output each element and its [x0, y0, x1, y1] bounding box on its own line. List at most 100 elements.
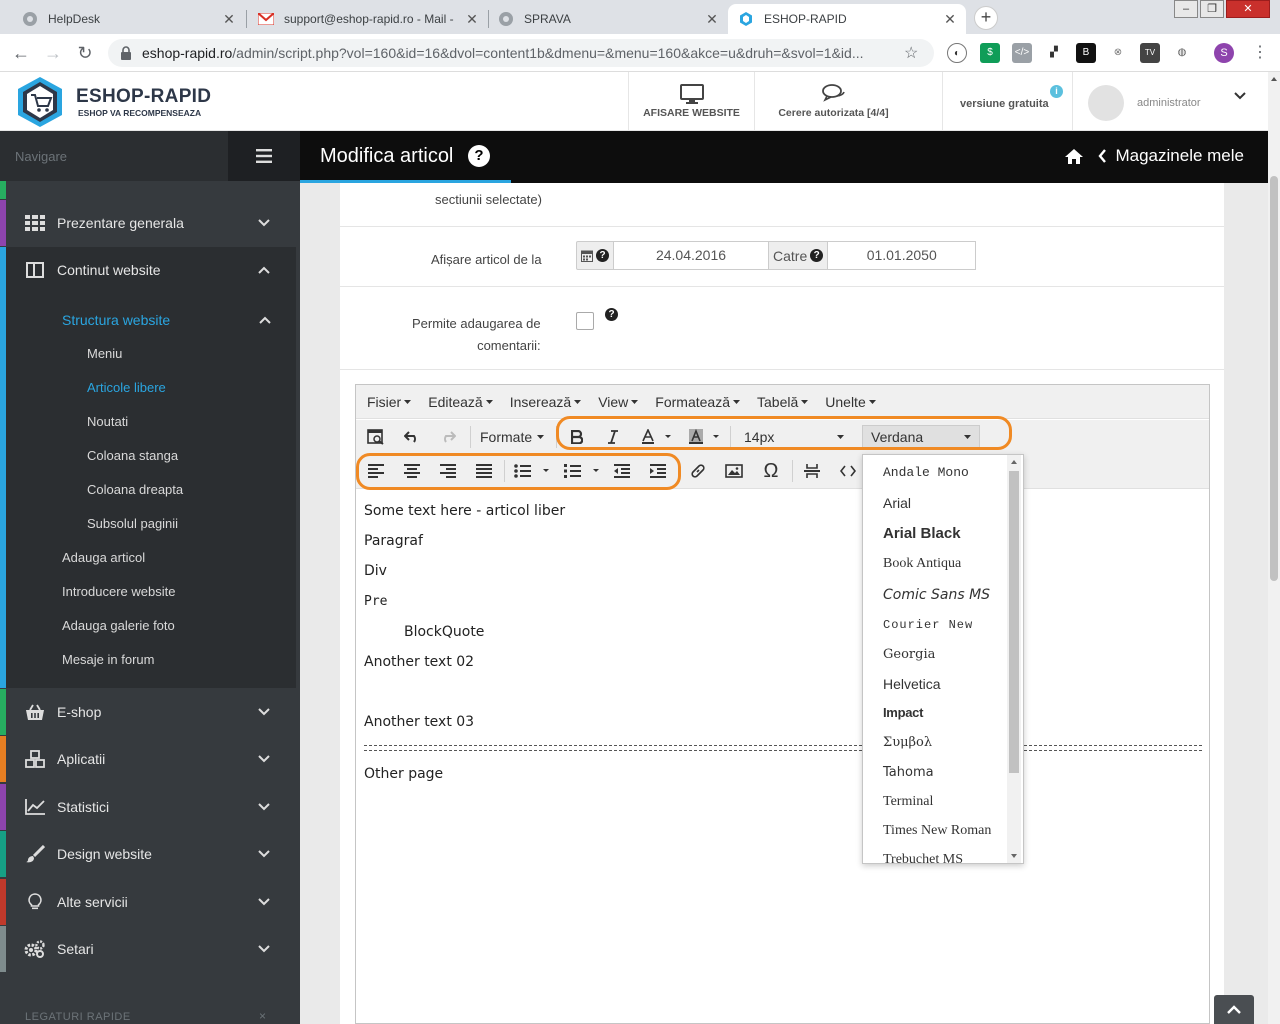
scroll-up-icon[interactable] — [1268, 74, 1280, 84]
extension-tv-icon[interactable]: TV — [1140, 43, 1160, 63]
date-from-input[interactable]: 24.04.2016 — [614, 241, 769, 270]
extension-b-icon[interactable]: B — [1076, 43, 1096, 63]
minimize-button[interactable]: – — [1174, 0, 1198, 18]
help-icon[interactable]: ? — [596, 249, 609, 262]
sidebar-subitem-adauga-articol[interactable]: Adauga articol — [0, 541, 296, 575]
forward-button[interactable]: → — [42, 42, 64, 64]
font-option-symbol[interactable]: Συμβολ — [883, 735, 932, 750]
dropdown-scrollbar[interactable] — [1007, 455, 1021, 863]
link-icon[interactable] — [688, 459, 708, 483]
menu-tabela[interactable]: Tabelă — [757, 394, 809, 410]
browser-tab-eshop[interactable]: ESHOP-RAPID ✕ — [728, 4, 966, 34]
close-tab-icon[interactable]: ✕ — [221, 11, 237, 28]
scroll-up-icon[interactable] — [1007, 457, 1021, 467]
font-option-impact[interactable]: Impact — [883, 705, 923, 720]
font-option-times-new-roman[interactable]: Times New Roman — [883, 823, 991, 839]
logo[interactable]: ESHOP-RAPID ESHOP VA RECOMPENSEAZA — [14, 74, 214, 130]
menu-fisier[interactable]: Fisier — [367, 394, 412, 410]
font-option-book-antiqua[interactable]: Book Antiqua — [883, 556, 961, 572]
font-option-courier-new[interactable]: Courier New — [883, 618, 973, 632]
sidebar-item-alte-servicii[interactable]: Alte servicii — [0, 879, 296, 925]
page-scrollbar[interactable] — [1268, 72, 1280, 1024]
new-tab-button[interactable]: + — [974, 6, 998, 30]
dropdown-scroll-thumb[interactable] — [1009, 471, 1019, 773]
menu-formateaza[interactable]: Formatează — [655, 394, 740, 410]
browser-tab-helpdesk[interactable]: HelpDesk ✕ — [0, 4, 245, 34]
close-tab-icon[interactable]: ✕ — [464, 11, 480, 28]
sidebar-subitem-coloana-stanga[interactable]: Coloana stanga — [0, 439, 296, 473]
formats-dropdown[interactable]: Formate — [472, 425, 552, 449]
view-website-button[interactable]: AFISARE WEBSITE — [628, 72, 754, 131]
extension-icon[interactable]: ▞ — [1044, 43, 1064, 63]
menu-unelte[interactable]: Unelte — [825, 394, 876, 410]
source-code-icon[interactable] — [838, 459, 858, 483]
font-option-terminal[interactable]: Terminal — [883, 794, 933, 810]
allow-comments-checkbox[interactable] — [576, 312, 594, 330]
address-bar[interactable]: eshop-rapid.ro/admin/script.php?vol=160&… — [108, 39, 934, 67]
editor-content-area[interactable]: Some text here - articol liber Paragraf … — [356, 488, 1209, 1023]
extension-icon[interactable]: ⊗ — [1108, 43, 1128, 63]
sidebar-subitem-coloana-dreapta[interactable]: Coloana dreapta — [0, 473, 296, 507]
sidebar-subitem-galerie[interactable]: Adauga galerie foto — [0, 609, 296, 643]
font-option-comic-sans[interactable]: Comic Sans MS — [883, 587, 990, 603]
back-button[interactable]: ← — [10, 42, 32, 64]
quick-links-close-icon[interactable]: × — [259, 1009, 266, 1023]
image-icon[interactable] — [724, 459, 744, 483]
profile-avatar[interactable]: S — [1214, 43, 1234, 63]
sidebar-subitem-articole-libere[interactable]: Articole libere — [0, 371, 296, 405]
extension-icon[interactable]: $ — [980, 43, 1000, 63]
page-scroll-thumb[interactable] — [1270, 176, 1278, 581]
user-name[interactable]: administrator — [1137, 97, 1201, 109]
help-icon[interactable]: ? — [810, 249, 824, 262]
date-from-addon[interactable]: ? — [576, 241, 614, 270]
info-icon[interactable]: i — [1050, 85, 1063, 98]
sidebar-subitem-introducere[interactable]: Introducere website — [0, 575, 296, 609]
scroll-to-top-button[interactable] — [1214, 995, 1254, 1024]
browser-tab-sprava[interactable]: SPRAVA ✕ — [488, 4, 728, 34]
sidebar-item-continut[interactable]: Continut website — [0, 247, 296, 293]
home-icon[interactable] — [1064, 148, 1084, 165]
sidebar-item-prezentare[interactable]: Prezentare generala — [0, 200, 296, 246]
sidebar-subitem-meniu[interactable]: Meniu — [0, 337, 296, 371]
bookmark-star-icon[interactable]: ☆ — [904, 43, 924, 63]
help-icon[interactable]: ? — [468, 145, 490, 167]
browser-menu-icon[interactable]: ⋮ — [1250, 43, 1270, 63]
menu-insereaza[interactable]: Inserează — [510, 394, 582, 410]
sidebar-item-statistici[interactable]: Statistici — [0, 784, 296, 830]
font-option-andale-mono[interactable]: Andale Mono — [883, 465, 969, 480]
font-option-trebuchet[interactable]: Trebuchet MS — [883, 852, 963, 863]
close-tab-icon[interactable]: ✕ — [704, 11, 720, 28]
extension-code-icon[interactable]: </> — [1012, 43, 1032, 63]
sidebar-subitem-noutati[interactable]: Noutati — [0, 405, 296, 439]
page-break-icon[interactable] — [802, 459, 822, 483]
font-option-arial[interactable]: Arial — [883, 495, 911, 511]
sidebar-subitem-subsol[interactable]: Subsolul paginii — [0, 507, 296, 541]
close-tab-icon[interactable]: ✕ — [942, 11, 958, 28]
font-option-georgia[interactable]: Georgia — [883, 647, 935, 662]
reload-button[interactable]: ↻ — [74, 42, 96, 64]
sidebar-subitem-forum[interactable]: Mesaje in forum — [0, 643, 296, 677]
window-close-button[interactable]: ✕ — [1226, 0, 1270, 18]
extension-icon[interactable]: ◍ — [1172, 43, 1192, 63]
sidebar-subitem-structura[interactable]: Structura website — [0, 303, 296, 337]
font-option-tahoma[interactable]: Tahoma — [883, 765, 934, 780]
sidebar-item-setari[interactable]: Setari — [0, 926, 296, 972]
preview-icon[interactable] — [366, 425, 386, 449]
help-icon[interactable]: ? — [605, 308, 618, 321]
scroll-down-icon[interactable] — [1007, 851, 1021, 861]
special-char-icon[interactable]: Ω — [760, 459, 782, 483]
maximize-button[interactable]: ❐ — [1200, 0, 1224, 18]
avatar[interactable] — [1088, 85, 1124, 121]
redo-icon[interactable] — [438, 425, 458, 449]
my-shops-link[interactable]: Magazinele mele — [1115, 146, 1244, 166]
chevron-down-icon[interactable] — [1234, 92, 1246, 100]
sidebar-item-aplicatii[interactable]: Aplicatii — [0, 736, 296, 782]
auth-requests-button[interactable]: Cerere autorizata [4/4] — [754, 72, 912, 131]
undo-icon[interactable] — [402, 425, 422, 449]
extension-icon[interactable]: ◐ — [947, 43, 967, 63]
sidebar-item-design[interactable]: Design website — [0, 831, 296, 877]
sidebar-item-eshop[interactable]: E-shop — [0, 689, 296, 735]
menu-view[interactable]: View — [598, 394, 639, 410]
date-to-input[interactable]: 01.01.2050 — [828, 241, 977, 270]
font-option-arial-black[interactable]: Arial Black — [883, 525, 961, 542]
